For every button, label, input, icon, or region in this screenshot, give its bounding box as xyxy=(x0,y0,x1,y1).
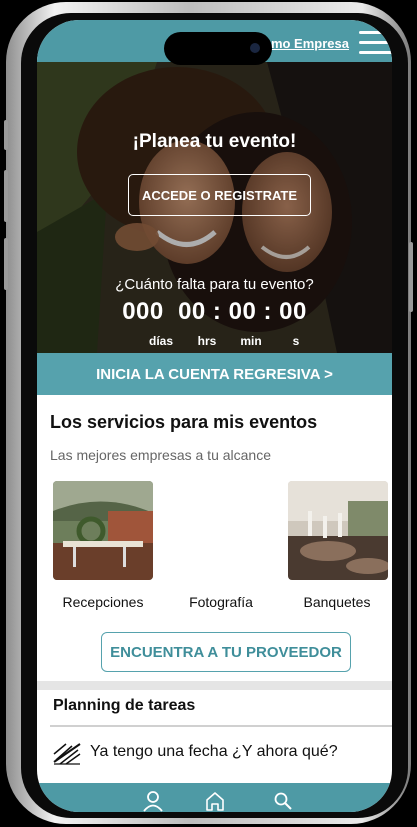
hero-banner: ¡Planea tu evento! ACCEDE O REGISTRATE ¿… xyxy=(37,62,392,353)
phone-frame: omo Empresa ¡Planea tu evento! ACCEDE O … xyxy=(4,2,413,824)
banquet-table-image xyxy=(288,481,388,580)
service-image-banquetes[interactable] xyxy=(288,481,388,580)
countdown-timer: 000 00 : 00 : 00 xyxy=(122,298,307,325)
phone-action-button xyxy=(4,120,8,150)
access-register-button[interactable]: ACCEDE O REGISTRATE xyxy=(128,174,311,216)
hamburger-menu-icon[interactable] xyxy=(359,31,392,55)
section-divider xyxy=(37,681,392,690)
planning-underline xyxy=(50,725,392,727)
reception-venue-image xyxy=(53,481,153,580)
countdown-question: ¿Cuánto falta para tu evento? xyxy=(115,276,314,293)
task-row[interactable]: Ya tengo una fecha ¿Y ahora qué? xyxy=(50,738,380,768)
signature-icon xyxy=(53,743,81,765)
task-label: Ya tengo una fecha ¿Y ahora qué? xyxy=(90,743,338,760)
countdown-unit-minutes: min xyxy=(240,334,262,348)
start-countdown-button[interactable]: INICIA LA CUENTA REGRESIVA > xyxy=(37,353,392,395)
app-screen: omo Empresa ¡Planea tu evento! ACCEDE O … xyxy=(37,20,392,812)
planning-title: Planning de tareas xyxy=(53,697,196,714)
countdown-unit-hours: hrs xyxy=(197,334,217,348)
countdown-unit-seconds: s xyxy=(292,334,300,348)
phone-bezel: omo Empresa ¡Planea tu evento! ACCEDE O … xyxy=(21,13,408,818)
services-subtitle: Las mejores empresas a tu alcance xyxy=(50,447,271,463)
countdown-unit-days: días xyxy=(148,334,173,348)
user-icon[interactable] xyxy=(142,790,164,812)
bottom-nav xyxy=(37,783,392,812)
phone-volume-up xyxy=(4,170,8,222)
search-icon[interactable] xyxy=(272,790,294,812)
service-label-banquetes[interactable]: Banquetes xyxy=(277,594,392,610)
home-icon[interactable] xyxy=(204,790,226,812)
find-provider-button[interactable]: ENCUENTRA A TU PROVEEDOR xyxy=(101,632,351,672)
hero-title: ¡Planea tu evento! xyxy=(132,131,297,152)
camera-icon xyxy=(250,43,260,53)
phone-power-button xyxy=(409,242,413,312)
dynamic-island xyxy=(164,32,272,65)
service-image-recepciones[interactable] xyxy=(53,481,153,580)
empresa-link[interactable]: omo Empresa xyxy=(263,36,349,51)
service-label-recepciones[interactable]: Recepciones xyxy=(43,594,163,610)
services-title: Los servicios para mis eventos xyxy=(50,412,318,432)
service-label-fotografia[interactable]: Fotografía xyxy=(161,594,281,610)
phone-volume-down xyxy=(4,238,8,290)
